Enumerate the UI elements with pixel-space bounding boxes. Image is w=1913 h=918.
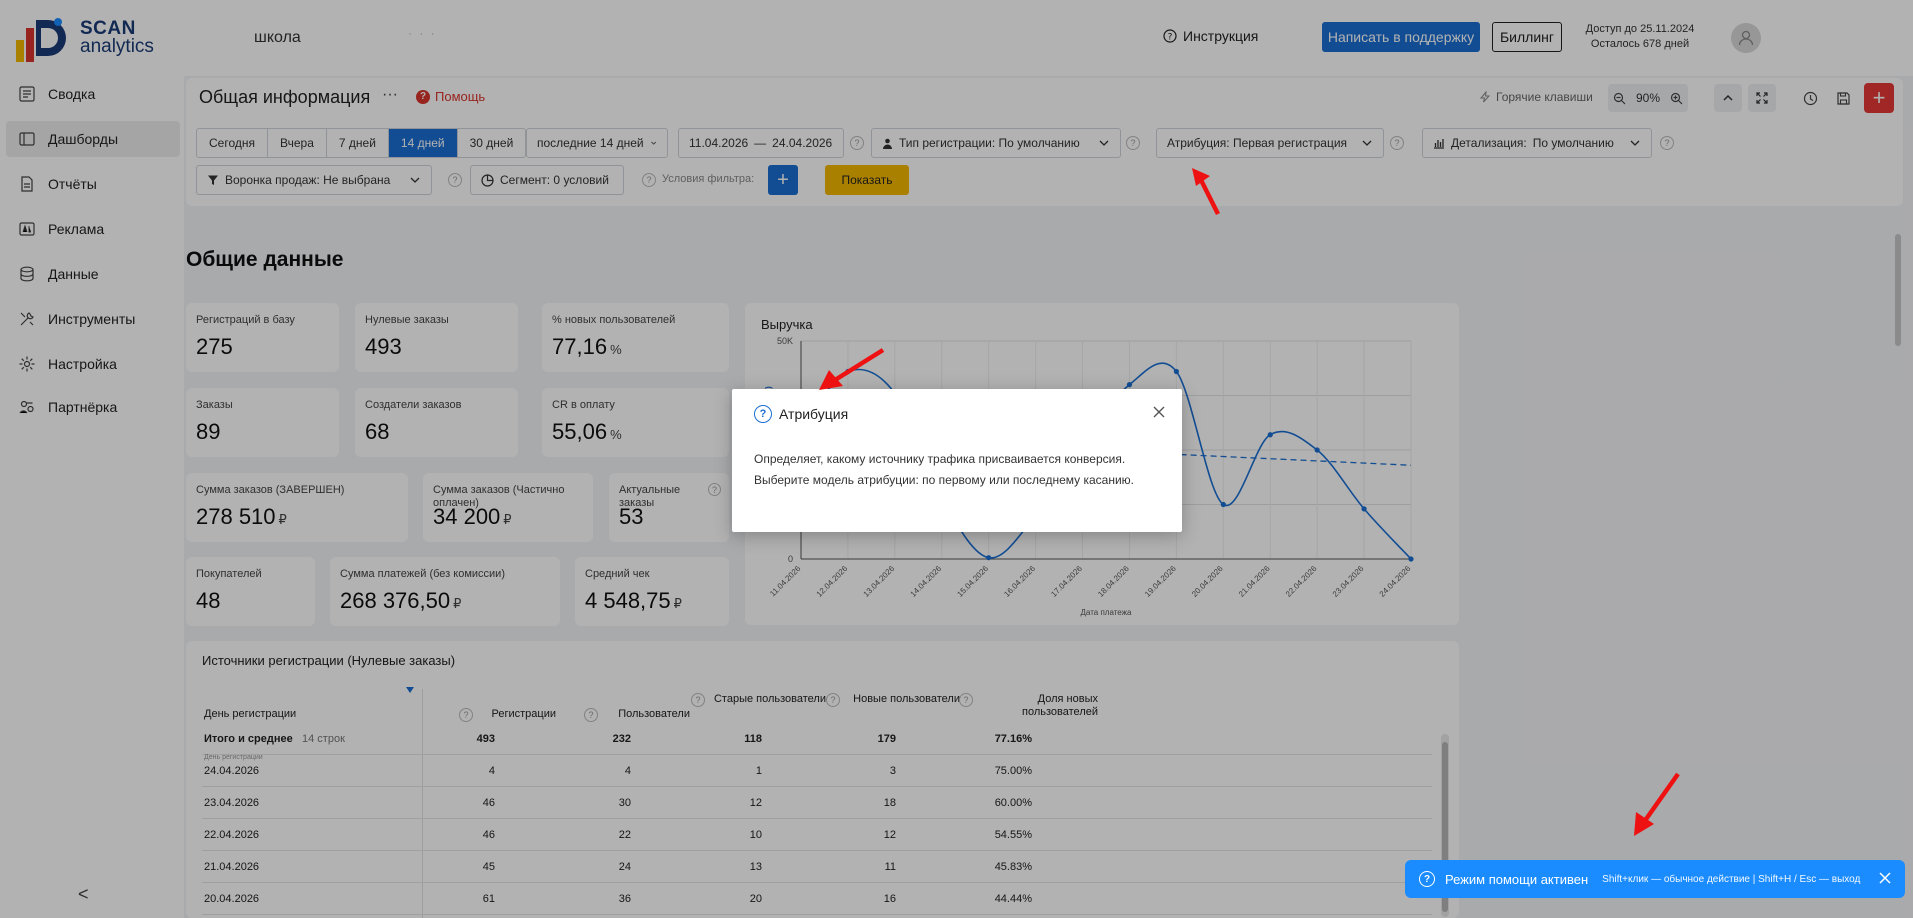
attribution-help-popover: ? Атрибуция Определяет, какому источнику…: [732, 389, 1182, 532]
help-mode-bar: ? Режим помощи активен Shift+клик — обыч…: [1405, 860, 1905, 898]
close-icon[interactable]: [1879, 872, 1891, 884]
close-icon[interactable]: [1152, 405, 1166, 419]
popover-body: Определяет, какому источнику трафика при…: [754, 452, 1135, 487]
help-mode-shortcuts: Shift+клик — обычное действие | Shift+H …: [1602, 873, 1861, 885]
annotation-arrow-icon: [1634, 772, 1680, 836]
question-circle-icon: ?: [754, 405, 772, 423]
annotation-arrow-icon: [1192, 168, 1221, 216]
help-mode-title: Режим помощи активен: [1445, 871, 1589, 887]
popover-title-text: Атрибуция: [779, 406, 849, 422]
popover-title: ? Атрибуция: [754, 405, 848, 423]
question-circle-icon: ?: [1419, 871, 1435, 887]
annotation-arrow-icon: [819, 348, 885, 390]
